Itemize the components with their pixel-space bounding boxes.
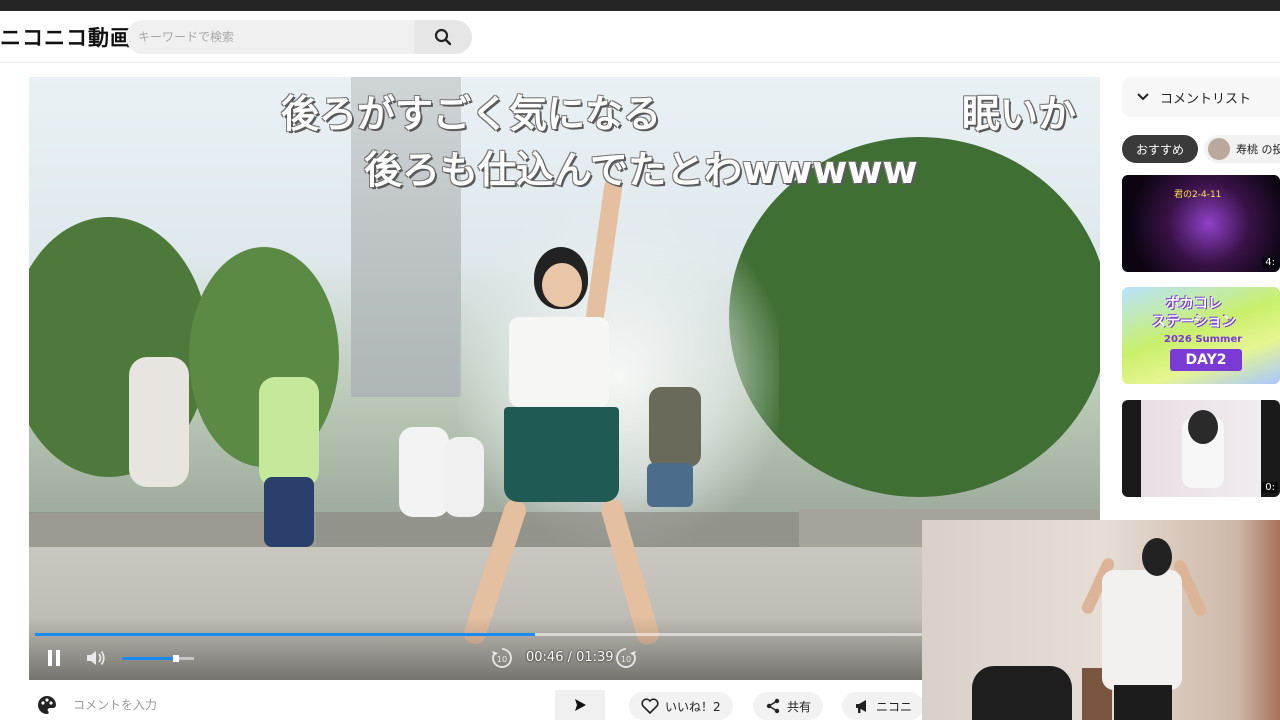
pause-button[interactable]	[39, 645, 69, 671]
comment-send-button[interactable]	[555, 690, 605, 720]
background-dancer	[264, 477, 314, 547]
site-logo[interactable]: ニコニコ動画	[0, 22, 132, 52]
nicoad-label: ニコニ	[876, 699, 913, 714]
svg-text:10: 10	[497, 655, 507, 664]
rewind-10-button[interactable]: 10	[487, 645, 517, 671]
heart-icon	[641, 698, 659, 714]
thumbnail-figure-hair	[1188, 410, 1218, 444]
nicoad-button[interactable]: ニコニ	[842, 692, 925, 720]
svg-text:10: 10	[621, 655, 631, 664]
background-dancer	[647, 463, 693, 507]
danmaku-comment: 後ろも仕込んでたとわwwwww	[364, 148, 918, 192]
background-dancer	[649, 387, 701, 467]
thumbnail-subtitle: 2026 Summer	[1164, 334, 1243, 345]
comment-list-label: コメントリスト	[1160, 91, 1252, 107]
main-dancer-shirt	[509, 317, 609, 407]
tab-user-uploads[interactable]: 寿桃 の投	[1204, 135, 1280, 163]
share-label: 共有	[787, 699, 812, 714]
mute-button[interactable]	[81, 645, 111, 671]
palette-icon	[38, 696, 56, 714]
main-dancer-face	[542, 263, 582, 307]
like-label: いいね！2	[665, 699, 721, 714]
pause-icon	[48, 650, 60, 666]
avatar	[1208, 138, 1230, 160]
comment-input[interactable]	[65, 690, 555, 720]
user-chip-label: 寿桃 の投	[1236, 143, 1280, 156]
webcam-person-legs	[1114, 685, 1172, 720]
recommended-video-thumbnail[interactable]: 0:	[1122, 400, 1280, 497]
danmaku-comment: 眠いか	[962, 92, 1077, 136]
forward-10-icon: 10	[616, 648, 636, 668]
thumbnail-title: ボカコレ ステーション	[1152, 296, 1236, 330]
thumbnail-duration: 4:	[1262, 257, 1278, 268]
thumbnail-duration: 0:	[1262, 482, 1278, 493]
webcam-person	[1102, 570, 1182, 690]
thumbnail-title: 君の2-4-11	[1174, 190, 1222, 200]
comment-style-button[interactable]	[29, 690, 65, 720]
webcam-chair	[972, 666, 1072, 720]
volume-handle[interactable]	[173, 655, 179, 662]
recommended-video-thumbnail[interactable]: ボカコレ ステーション 2026 Summer DAY2	[1122, 287, 1280, 384]
share-icon	[766, 698, 780, 714]
background-dancer	[259, 377, 319, 487]
background-dancer	[399, 427, 449, 517]
time-display: 00:46 / 01:39	[526, 650, 614, 665]
forward-10-button[interactable]: 10	[611, 645, 641, 671]
main-dancer-skirt	[504, 407, 619, 502]
search-button[interactable]	[414, 20, 472, 54]
window-top-strip	[0, 0, 1280, 11]
like-button[interactable]: いいね！2	[629, 692, 733, 720]
volume-slider[interactable]	[122, 655, 194, 662]
chevron-down-icon	[1137, 93, 1149, 101]
megaphone-icon	[856, 700, 866, 713]
seek-bar-played	[35, 633, 536, 636]
tab-recommend[interactable]: おすすめ	[1122, 135, 1199, 163]
background-dancer	[444, 437, 484, 517]
search-input[interactable]	[138, 20, 418, 54]
search-box	[126, 20, 472, 54]
site-header: ニコニコ動画	[0, 11, 1280, 63]
background-dancer	[129, 357, 189, 487]
webcam-person-mask	[1142, 538, 1172, 576]
danmaku-comment: 後ろがすごく気になる	[281, 92, 662, 136]
volume-level	[122, 657, 176, 660]
webcam-overlay	[922, 520, 1280, 720]
search-icon	[434, 28, 452, 46]
thumbnail-badge: DAY2	[1170, 349, 1242, 371]
share-button[interactable]: 共有	[753, 692, 824, 720]
rewind-10-icon: 10	[492, 648, 512, 668]
speaker-icon	[87, 650, 105, 666]
comment-list-toggle[interactable]: コメントリスト	[1122, 77, 1280, 117]
recommended-video-thumbnail[interactable]: 君の2-4-11 4:	[1122, 175, 1280, 272]
send-icon	[575, 699, 586, 711]
